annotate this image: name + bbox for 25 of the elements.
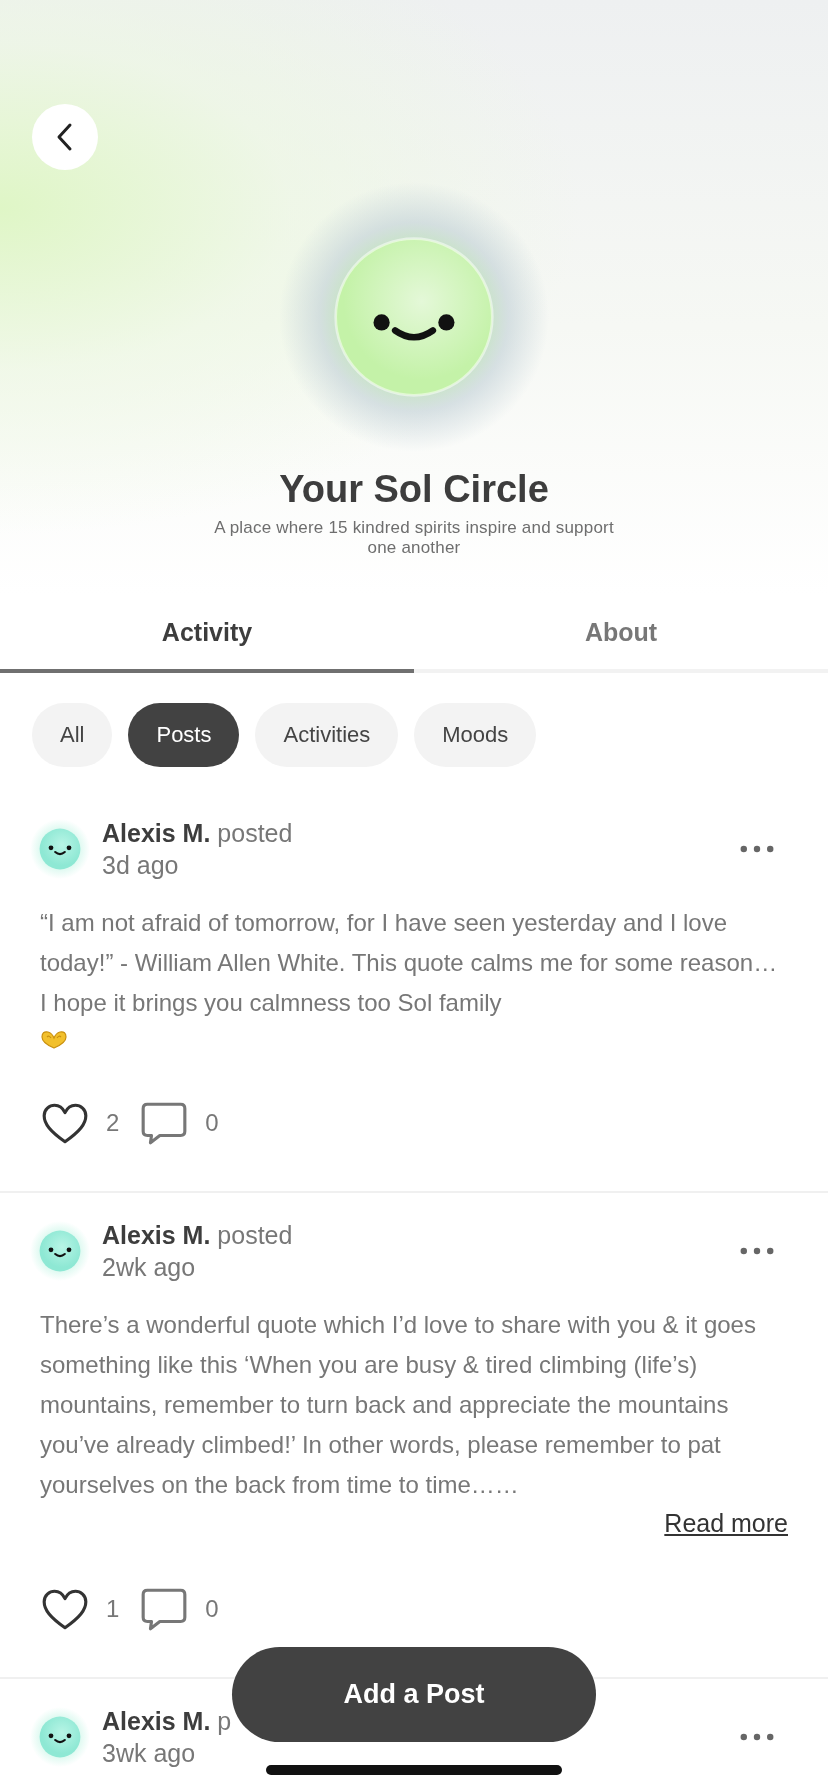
filter-chip[interactable]: Moods bbox=[414, 703, 537, 767]
post-time: 3wk ago bbox=[102, 1738, 197, 1769]
tab[interactable]: Activity bbox=[0, 594, 414, 673]
circle-title: Your Sol Circle bbox=[279, 467, 549, 512]
circle-description: A place where 15 kindred spirits inspire and support one another bbox=[213, 518, 615, 558]
smiley-avatar bbox=[30, 819, 90, 879]
post-time: 3d ago bbox=[102, 850, 180, 881]
like-count: 2 bbox=[106, 1109, 120, 1137]
add-post-button[interactable]: Add a Post bbox=[232, 1647, 596, 1742]
post-byline: Alexis M. p bbox=[102, 1706, 233, 1737]
post-byline: Alexis M. posted bbox=[102, 1220, 294, 1251]
smiley-avatar bbox=[30, 1707, 90, 1767]
smiley-avatar bbox=[30, 1221, 90, 1281]
comment-count: 0 bbox=[205, 1595, 219, 1623]
filter-chip[interactable]: All bbox=[32, 703, 113, 767]
post-byline: Alexis M. posted bbox=[102, 818, 294, 849]
tab[interactable]: About bbox=[414, 594, 828, 673]
read-more-link[interactable]: Read more bbox=[664, 1505, 788, 1541]
filter-chip[interactable]: Activities bbox=[255, 703, 399, 767]
like-count: 1 bbox=[106, 1595, 120, 1623]
post-text: There’s a wonderful quote which I’d love to share with you & it goes something like this ‘When you are busy & tired climbing (life’s) mountains, remember to turn back and appreciate the mountains you’ve already climbed!’ In other words, please remember to pat yourselves on the back from time to time…… bbox=[40, 1310, 757, 1500]
filter-chip[interactable]: Posts bbox=[128, 703, 240, 767]
post-time: 2wk ago bbox=[102, 1252, 197, 1283]
post-text: “I am not afraid of tomorrow, for I have seen yesterday and I love today!” - William Allen White. This quote calms me for some reason… I hope it brings you calmness too Sol family bbox=[40, 908, 779, 1018]
comment-count: 0 bbox=[205, 1109, 219, 1137]
